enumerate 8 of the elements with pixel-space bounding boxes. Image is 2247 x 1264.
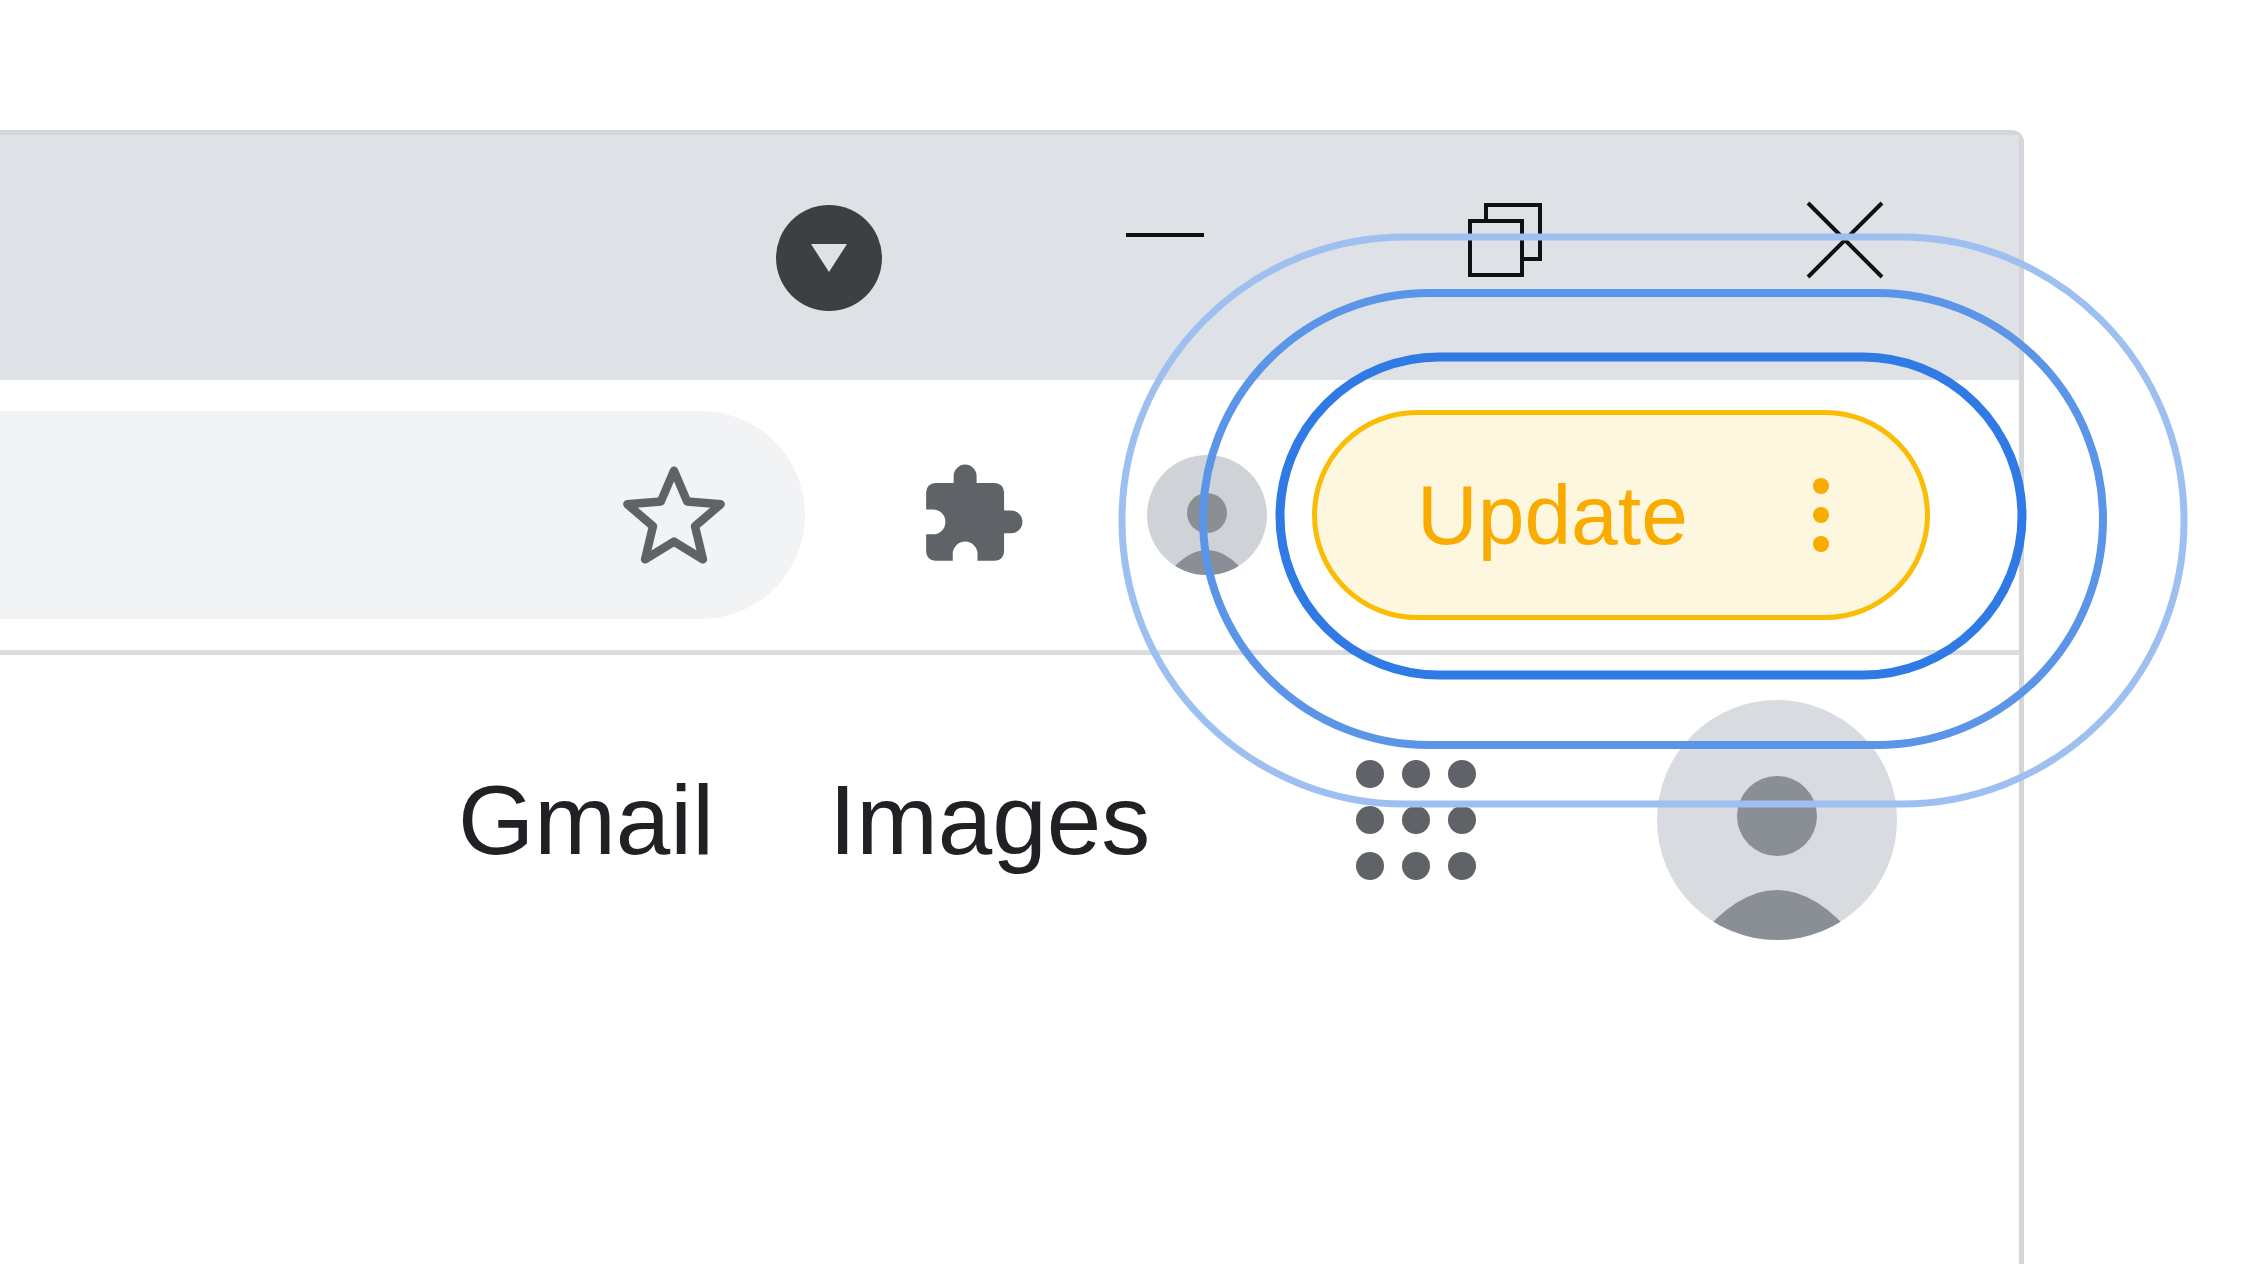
caret-icon [809, 242, 849, 274]
restore-icon [1466, 201, 1544, 279]
header-link[interactable]: Gmail [458, 746, 714, 894]
minimize-icon [1126, 233, 1204, 237]
header-link[interactable]: Images [828, 746, 1151, 894]
close-icon [1806, 201, 1884, 279]
apps-grid-icon[interactable] [1355, 759, 1478, 881]
more-icon [1812, 477, 1830, 553]
